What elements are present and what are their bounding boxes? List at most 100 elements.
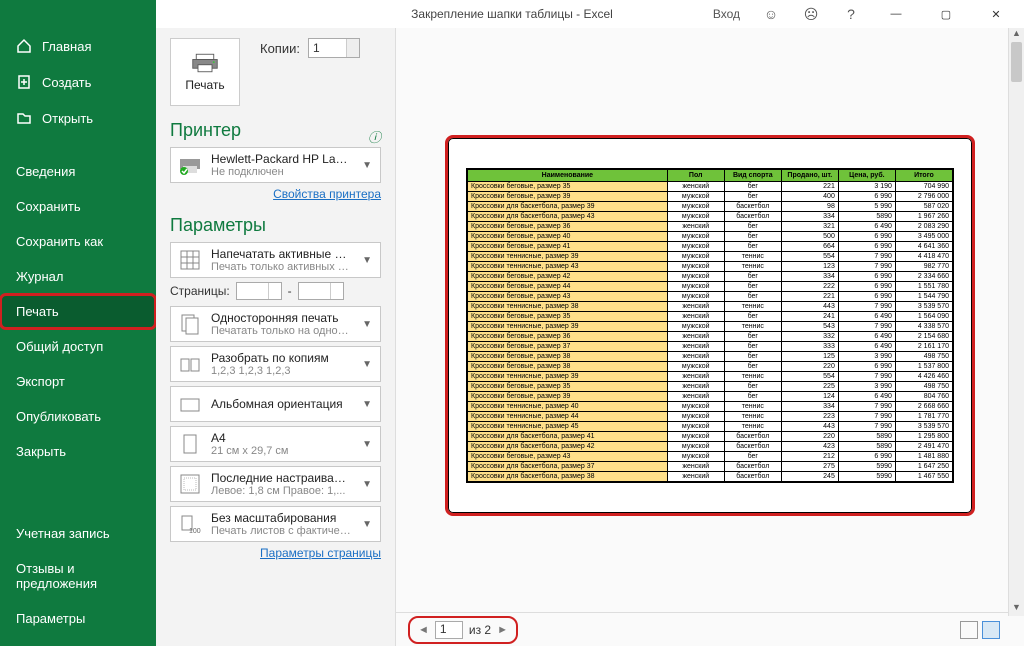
window-title: Закрепление шапки таблицы - Excel [411, 7, 613, 21]
margins-icon [177, 471, 203, 497]
table-row: Кроссовки теннисные, размер 40мужскойтен… [468, 401, 953, 411]
copies-spinner[interactable]: 1 [308, 38, 360, 58]
printer-heading: Принтер [170, 120, 381, 141]
sidebar-item-info[interactable]: Сведения [0, 154, 156, 189]
page-total-label: из 2 [469, 623, 491, 637]
current-page-input[interactable]: 1 [435, 621, 463, 639]
preview-page: НаименованиеПолВид спортаПродано, шт.Цен… [445, 135, 975, 516]
face-sad-icon[interactable]: ☹ [794, 6, 828, 23]
svg-text:100: 100 [189, 528, 201, 535]
table-row: Кроссовки теннисные, размер 39мужскойтен… [468, 321, 953, 331]
sidebar-item-feedback[interactable]: Отзывы и предложения [0, 551, 156, 601]
table-row: Кроссовки беговые, размер 39женскийбег12… [468, 391, 953, 401]
signin-link[interactable]: Вход [713, 7, 740, 21]
table-row: Кроссовки теннисные, размер 38женскийтен… [468, 301, 953, 311]
sidebar-item-publish[interactable]: Опубликовать [0, 399, 156, 434]
pages-from-input[interactable] [236, 282, 282, 300]
print-preview: НаименованиеПолВид спортаПродано, шт.Цен… [396, 28, 1024, 646]
prev-page-button[interactable]: ◄ [418, 624, 429, 636]
show-margins-button[interactable] [960, 621, 978, 639]
page-navigator: ◄ 1 из 2 ► [408, 616, 518, 644]
table-row: Кроссовки беговые, размер 42мужскойбег33… [468, 271, 953, 281]
sidebar-item-export[interactable]: Экспорт [0, 364, 156, 399]
margins-selector[interactable]: Последние настраиваемы...Левое: 1,8 см П… [170, 466, 381, 502]
sidebar-item-history[interactable]: Журнал [0, 259, 156, 294]
table-row: Кроссовки для баскетбола, размер 37женск… [468, 461, 953, 471]
sidebar-item-save[interactable]: Сохранить [0, 189, 156, 224]
paper-selector[interactable]: A421 см x 29,7 см ▼ [170, 426, 381, 462]
backstage-sidebar: ГлавнаяСоздатьОткрыть СведенияСохранитьС… [0, 28, 156, 646]
table-row: Кроссовки беговые, размер 44мужскойбег22… [468, 281, 953, 291]
table-row: Кроссовки беговые, размер 35женскийбег24… [468, 311, 953, 321]
open-icon [16, 110, 32, 126]
sheets-icon [177, 247, 203, 273]
table-row: Кроссовки беговые, размер 40мужскойбег50… [468, 231, 953, 241]
table-row: Кроссовки теннисные, размер 44мужскойтен… [468, 411, 953, 421]
table-row: Кроссовки теннисные, размер 45мужскойтен… [468, 421, 953, 431]
zoom-to-page-button[interactable] [982, 621, 1000, 639]
sidebar-item-account[interactable]: Учетная запись [0, 516, 156, 551]
preview-footer: ◄ 1 из 2 ► [396, 612, 1024, 646]
print-what-selector[interactable]: Напечатать активные листыПечать только а… [170, 242, 381, 278]
sidebar-item-close[interactable]: Закрыть [0, 434, 156, 469]
info-icon[interactable]: ⓘ [368, 127, 381, 146]
close-button[interactable]: ✕ [974, 0, 1018, 28]
table-row: Кроссовки для баскетбола, размер 39мужск… [468, 201, 953, 211]
table-row: Кроссовки теннисные, размер 39женскийтен… [468, 371, 953, 381]
table-row: Кроссовки беговые, размер 35женскийбег22… [468, 181, 953, 191]
sidebar-item-share[interactable]: Общий доступ [0, 329, 156, 364]
paper-icon [177, 431, 203, 457]
next-page-button[interactable]: ► [497, 624, 508, 636]
sidebar-item-open[interactable]: Открыть [0, 100, 156, 136]
table-row: Кроссовки беговые, размер 37женскийбег33… [468, 341, 953, 351]
table-row: Кроссовки беговые, размер 36женскийбег33… [468, 331, 953, 341]
maximize-button[interactable]: ▢ [924, 0, 968, 28]
sidebar-item-saveas[interactable]: Сохранить как [0, 224, 156, 259]
pages-to-input[interactable] [298, 282, 344, 300]
scaling-selector[interactable]: 100 Без масштабированияПечать листов с ф… [170, 506, 381, 542]
home-icon [16, 38, 32, 54]
orientation-selector[interactable]: Альбомная ориентация ▼ [170, 386, 381, 422]
settings-heading: Параметры [170, 215, 381, 236]
table-row: Кроссовки беговые, размер 41мужскойбег66… [468, 241, 953, 251]
table-row: Кроссовки беговые, размер 43мужскойбег21… [468, 451, 953, 461]
chevron-down-icon: ▼ [360, 160, 374, 171]
table-row: Кроссовки для баскетбола, размер 41мужск… [468, 431, 953, 441]
preview-table: НаименованиеПолВид спортаПродано, шт.Цен… [467, 169, 953, 482]
face-smile-icon[interactable]: ☺ [754, 6, 788, 22]
table-row: Кроссовки для баскетбола, размер 43мужск… [468, 211, 953, 221]
titlebar: Закрепление шапки таблицы - Excel Вход ☺… [0, 0, 1024, 28]
sidebar-item-home[interactable]: Главная [0, 28, 156, 64]
table-row: Кроссовки беговые, размер 43мужскойбег22… [468, 291, 953, 301]
sidebar-item-print[interactable]: Печать [0, 294, 156, 329]
sides-selector[interactable]: Односторонняя печатьПечатать только на о… [170, 306, 381, 342]
pages-label: Страницы: [170, 284, 230, 298]
table-row: Кроссовки для баскетбола, размер 38женск… [468, 471, 953, 481]
printer-status-icon [177, 152, 203, 178]
table-row: Кроссовки беговые, размер 38женскийбег12… [468, 351, 953, 361]
scale-icon: 100 [177, 511, 203, 537]
sidebar-item-new[interactable]: Создать [0, 64, 156, 100]
preview-scrollbar[interactable]: ▲▼ [1008, 28, 1024, 616]
help-icon[interactable]: ? [834, 6, 868, 22]
table-row: Кроссовки теннисные, размер 43мужскойтен… [468, 261, 953, 271]
print-button[interactable]: Печать [170, 38, 240, 106]
printer-icon [191, 52, 219, 74]
table-row: Кроссовки беговые, размер 36женскийбег32… [468, 221, 953, 231]
table-row: Кроссовки для баскетбола, размер 42мужск… [468, 441, 953, 451]
print-settings-panel: Печать Копии: 1 Принтер ⓘ Hewlett-Packar… [156, 28, 396, 646]
table-row: Кроссовки беговые, размер 38мужскойбег22… [468, 361, 953, 371]
oneside-icon [177, 311, 203, 337]
table-row: Кроссовки беговые, размер 39мужскойбег40… [468, 191, 953, 201]
landscape-icon [177, 391, 203, 417]
new-icon [16, 74, 32, 90]
sidebar-item-options[interactable]: Параметры [0, 601, 156, 636]
printer-selector[interactable]: Hewlett-Packard HP LaserJe...Не подключе… [170, 147, 381, 183]
collate-selector[interactable]: Разобрать по копиям1,2,3 1,2,3 1,2,3 ▼ [170, 346, 381, 382]
collate-icon [177, 351, 203, 377]
copies-label: Копии: [260, 41, 300, 56]
page-setup-link[interactable]: Параметры страницы [170, 546, 381, 560]
table-row: Кроссовки беговые, размер 35женскийбег22… [468, 381, 953, 391]
printer-properties-link[interactable]: Свойства принтера [170, 187, 381, 201]
minimize-button[interactable]: — [874, 0, 918, 28]
